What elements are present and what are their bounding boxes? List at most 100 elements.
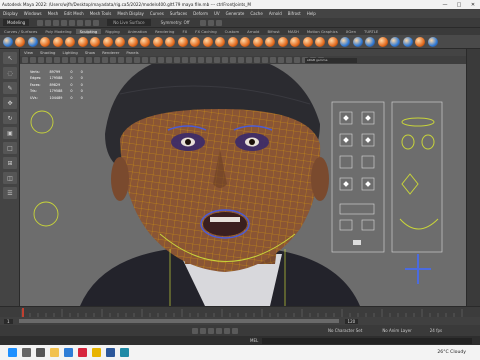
mel-label[interactable]: MEL — [250, 338, 258, 343]
play-back-icon[interactable] — [208, 327, 214, 334]
shelf-tool-icon[interactable] — [240, 36, 250, 47]
weather-widget[interactable]: 26°C Cloudy — [437, 350, 466, 355]
shelf-tool-icon[interactable] — [2, 36, 13, 47]
shelf-tool-icon[interactable] — [165, 36, 175, 47]
panel-tool-icon[interactable] — [86, 57, 92, 63]
panel-tool-icon[interactable] — [270, 57, 276, 63]
opera-icon[interactable] — [78, 348, 87, 357]
render-settings-icon[interactable] — [215, 19, 222, 26]
panel-tool-icon[interactable] — [222, 57, 228, 63]
snap-grid-icon[interactable] — [69, 19, 76, 26]
range-end-field[interactable]: 120 — [344, 318, 359, 324]
shelf-tool-icon[interactable] — [140, 36, 150, 47]
single-view-icon[interactable]: □ — [3, 142, 17, 154]
menu-item[interactable]: Mesh — [48, 11, 59, 16]
panel-menu-item[interactable]: Shading — [40, 50, 55, 55]
maya-icon[interactable] — [120, 348, 129, 357]
shelf-tool-icon[interactable] — [302, 36, 313, 47]
select-mode-icon[interactable] — [61, 19, 68, 26]
panel-tool-icon[interactable] — [214, 57, 220, 63]
panel-tool-icon[interactable] — [126, 57, 132, 63]
panel-tool-icon[interactable] — [102, 57, 108, 63]
paint-select-icon[interactable]: ✎ — [3, 82, 17, 94]
snap-curve-icon[interactable] — [77, 19, 84, 26]
shelf-tab[interactable]: Rendering — [151, 29, 178, 34]
shelf-tool-icon[interactable] — [127, 36, 138, 47]
menu-item[interactable]: Edit Mesh — [64, 11, 84, 16]
panel-tool-icon[interactable] — [182, 57, 188, 63]
live-surface-field[interactable]: No Live Surface — [107, 19, 151, 26]
panel-tool-icon[interactable] — [174, 57, 180, 63]
shelf-tab[interactable]: Custom — [221, 29, 244, 34]
gui-small-button[interactable] — [353, 240, 361, 245]
panel-tool-icon[interactable] — [94, 57, 100, 63]
maximize-button[interactable]: □ — [452, 0, 466, 9]
shelf-tool-icon[interactable] — [177, 36, 188, 47]
four-view-icon[interactable]: ⊞ — [3, 157, 17, 169]
go-end-icon[interactable] — [232, 327, 238, 334]
panel-menu-item[interactable]: Lighting — [62, 50, 77, 55]
shelf-tool-icon[interactable] — [115, 36, 125, 47]
shelf-tool-icon[interactable] — [390, 36, 400, 47]
shelf-tab[interactable]: Rigging — [101, 29, 123, 34]
word-icon[interactable] — [106, 348, 115, 357]
panel-tool-icon[interactable] — [198, 57, 204, 63]
open-scene-icon[interactable] — [45, 19, 52, 26]
outliner-view-icon[interactable]: ☰ — [3, 187, 17, 199]
shelf-tool-icon[interactable] — [340, 36, 350, 47]
shelf-tab[interactable]: Sculpting — [75, 29, 102, 34]
menu-item[interactable]: Windows — [24, 11, 42, 16]
panel-tool-icon[interactable] — [46, 57, 52, 63]
panel-tool-icon[interactable] — [150, 57, 156, 63]
panel-tool-icon[interactable] — [278, 57, 284, 63]
step-back-icon[interactable] — [200, 327, 206, 334]
fps-dropdown[interactable]: 24 fps — [430, 328, 442, 333]
time-slider[interactable] — [0, 306, 480, 317]
shelf-tab[interactable]: Bifrost — [263, 29, 283, 34]
workspace-dropdown[interactable]: Modeling — [3, 19, 30, 26]
panel-tool-icon[interactable] — [142, 57, 148, 63]
shelf-tool-icon[interactable] — [227, 36, 238, 47]
snap-view-icon[interactable] — [93, 19, 100, 26]
save-scene-icon[interactable] — [53, 19, 60, 26]
range-start-field[interactable]: 1 — [4, 318, 13, 324]
shelf-tool-icon[interactable] — [315, 36, 325, 47]
menu-item[interactable]: Curves — [150, 11, 164, 16]
shelf-tab[interactable]: Curves / Surfaces — [0, 29, 41, 34]
shelf-tool-icon[interactable] — [102, 36, 113, 47]
panel-tool-icon[interactable] — [70, 57, 76, 63]
panel-tool-icon[interactable] — [294, 57, 300, 63]
shelf-tool-icon[interactable] — [190, 36, 200, 47]
shelf-tool-icon[interactable] — [402, 36, 413, 47]
anim-layer-dropdown[interactable]: No Anim Layer — [382, 328, 411, 333]
panel-tool-icon[interactable] — [22, 57, 28, 63]
shelf-tab[interactable]: Arnold — [243, 29, 263, 34]
menu-item[interactable]: Deform — [193, 11, 208, 16]
start-icon[interactable] — [8, 348, 17, 357]
ipr-icon[interactable] — [207, 19, 214, 26]
character-set-dropdown[interactable]: No Character Set — [328, 328, 362, 333]
shelf-tool-icon[interactable] — [290, 36, 300, 47]
shelf-tab[interactable]: Poly Modeling — [41, 29, 75, 34]
render-icon[interactable] — [199, 19, 206, 26]
shelf-tool-icon[interactable] — [65, 36, 75, 47]
go-start-icon[interactable] — [192, 327, 198, 334]
colorspace-indicator[interactable]: sRGB gamma — [305, 58, 357, 63]
minimize-button[interactable]: — — [438, 0, 452, 9]
play-forward-icon[interactable] — [216, 327, 222, 334]
panel-tool-icon[interactable] — [30, 57, 36, 63]
panel-menu-item[interactable]: View — [24, 50, 33, 55]
shelf-tab[interactable]: Motion Graphics — [303, 29, 342, 34]
panel-tool-icon[interactable] — [110, 57, 116, 63]
rotate-tool-icon[interactable]: ↻ — [3, 112, 17, 124]
shelf-tab[interactable]: XGen — [342, 29, 360, 34]
panel-menu-item[interactable]: Renderer — [102, 50, 119, 55]
panel-tool-icon[interactable] — [246, 57, 252, 63]
symmetry-dropdown[interactable]: Symmetry: Off — [161, 20, 190, 25]
shelf-tool-icon[interactable] — [52, 36, 63, 47]
shelf-tab[interactable]: MASH — [284, 29, 303, 34]
panel-tool-icon[interactable] — [238, 57, 244, 63]
shelf-tool-icon[interactable] — [152, 36, 163, 47]
panel-tool-icon[interactable] — [118, 57, 124, 63]
taskview-icon[interactable] — [36, 348, 45, 357]
